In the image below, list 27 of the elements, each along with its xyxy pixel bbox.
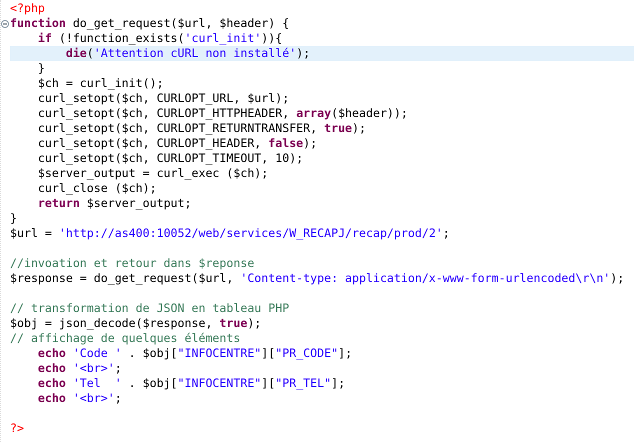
code-line: // transformation de JSON en tableau PHP xyxy=(10,301,290,316)
code-line: ?> xyxy=(10,421,25,436)
code-editor[interactable] xyxy=(0,0,634,442)
code-line: echo '<br>'; xyxy=(36,391,123,406)
code-line: curl_setopt($ch, CURLOPT_URL, $url); xyxy=(36,91,290,106)
code-line: $response = do_get_request($url, 'Content-type: application/x-www-form-urlencoded\r\n'); xyxy=(10,271,626,286)
code-line: } xyxy=(10,211,18,226)
code-line: $obj = json_decode($response, true); xyxy=(10,316,262,331)
code-line: curl_setopt($ch, CURLOPT_HTTPHEADER, array($header)); xyxy=(36,106,409,121)
code-line: return $server_output; xyxy=(36,196,192,211)
collapse-icon[interactable] xyxy=(1,20,9,28)
code-line: function do_get_request($url, $header) { xyxy=(10,16,290,31)
code-line: echo 'Code ' . $obj["INFOCENTRE"]["PR_CODE"]; xyxy=(36,346,354,361)
code-line: $url = 'http://as400:10052/web/services/W_RECAPJ/recap/prod/2'; xyxy=(10,226,451,241)
code-line: curl_setopt($ch, CURLOPT_TIMEOUT, 10); xyxy=(36,151,304,166)
code-line: $ch = curl_init(); xyxy=(36,76,165,91)
code-line: curl_setopt($ch, CURLOPT_RETURNTRANSFER, true); xyxy=(36,121,367,136)
code-line: <?php xyxy=(10,1,46,16)
code-line: curl_setopt($ch, CURLOPT_HEADER, false); xyxy=(36,136,318,151)
code-line: $server_output = curl_exec ($ch); xyxy=(36,166,270,181)
code-line: // affichage de quelques éléments xyxy=(10,331,242,346)
code-line: } xyxy=(36,61,46,76)
code-line: echo '<br>'; xyxy=(36,361,123,376)
code-line: //invoation et retour dans $reponse xyxy=(10,256,256,271)
code-line: echo 'Tel ' . $obj["INFOCENTRE"]["PR_TEL"]; xyxy=(36,376,346,391)
code-line: curl_close ($ch); xyxy=(36,181,158,196)
code-line: if (!function_exists('curl_init')){ xyxy=(36,31,284,46)
